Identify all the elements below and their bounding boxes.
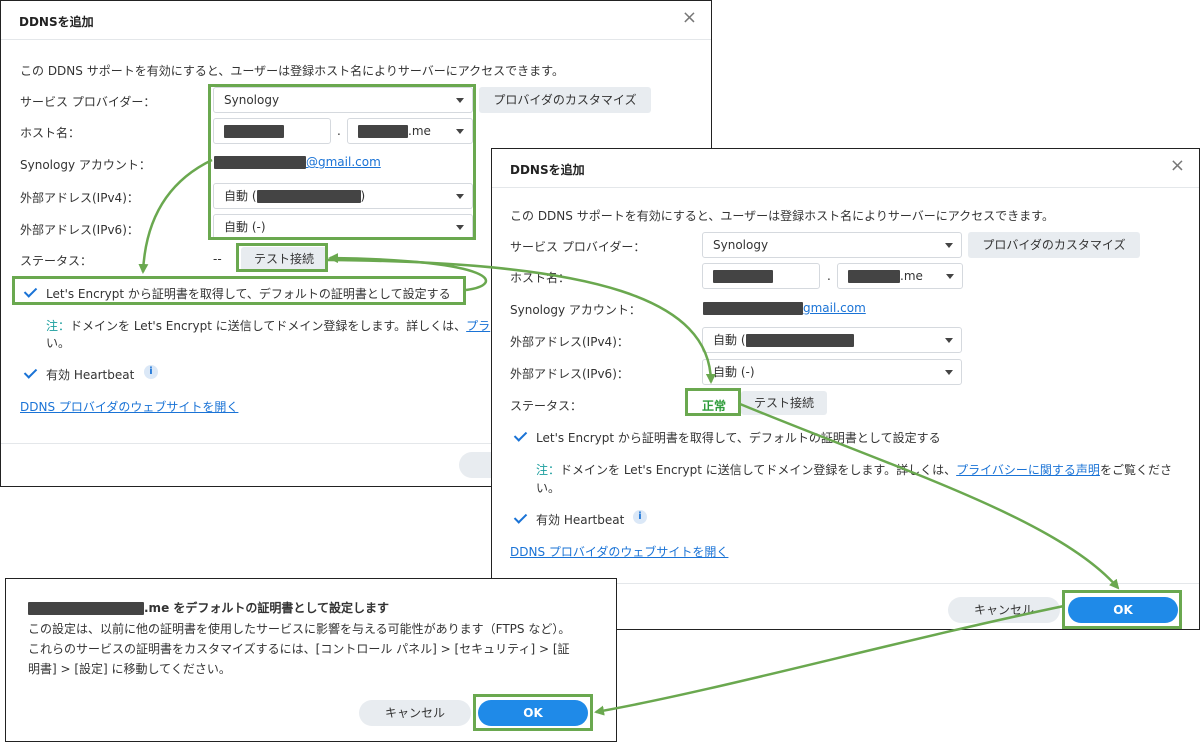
- arrow-status-to-ok: [739, 402, 1120, 590]
- annotation-arrows: [138, 158, 1120, 716]
- arrow-fields-to-letsencrypt: [138, 158, 213, 274]
- arrow-test-to-status: [327, 258, 716, 384]
- arrow-ok-to-confirm-ok: [594, 604, 1065, 716]
